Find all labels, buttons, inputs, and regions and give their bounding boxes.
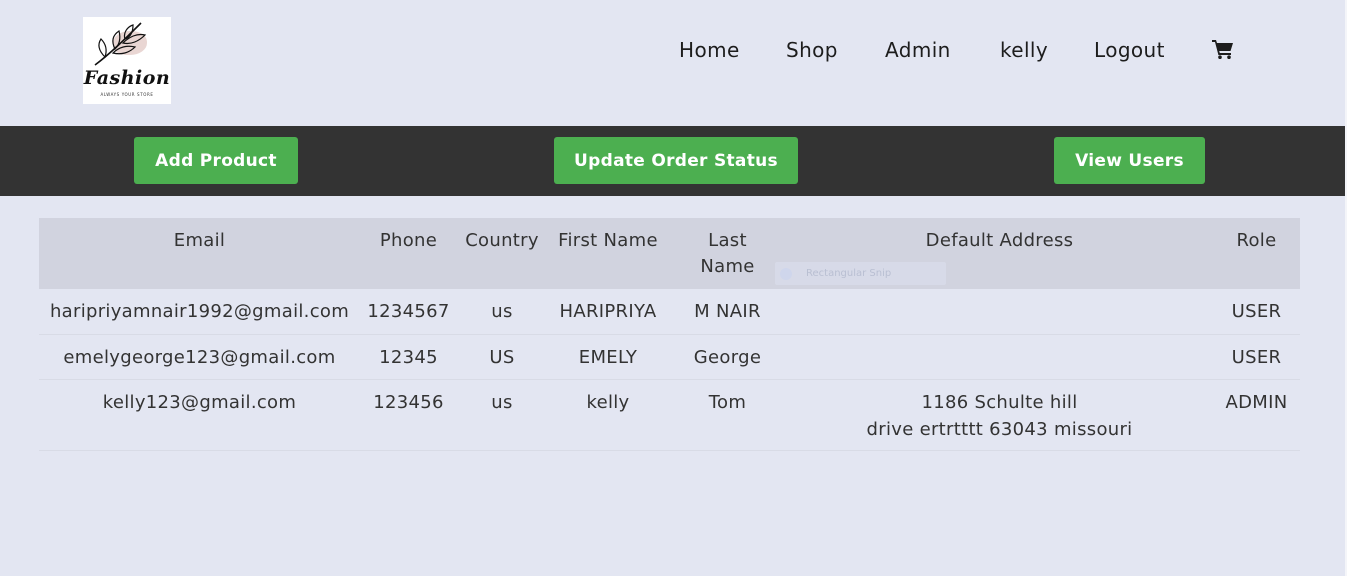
fashion-logo[interactable]: Fashion ALWAYS YOUR STORE xyxy=(83,17,171,104)
site-header: Fashion ALWAYS YOUR STORE Home Shop Admi… xyxy=(0,0,1347,126)
cell-country: US xyxy=(457,334,547,380)
cell-email: kelly123@gmail.com xyxy=(39,379,360,451)
cell-first-name: kelly xyxy=(547,379,669,451)
snip-mode-icon xyxy=(780,267,792,280)
shopping-cart-icon[interactable] xyxy=(1212,39,1234,59)
cell-country: us xyxy=(457,289,547,335)
page: Fashion ALWAYS YOUR STORE Home Shop Admi… xyxy=(0,0,1347,576)
cell-country: us xyxy=(457,379,547,451)
cell-email: emelygeorge123@gmail.com xyxy=(39,334,360,380)
users-table-container: Email Phone Country First Name Last Name… xyxy=(39,218,1300,451)
nav-logout-link[interactable]: Logout xyxy=(1094,36,1165,64)
table-row: emelygeorge123@gmail.com 12345 US EMELY … xyxy=(39,334,1300,380)
rectangular-snip-overlay: Rectangular Snip xyxy=(775,262,946,285)
cell-last-name: Tom xyxy=(669,379,786,451)
column-header-role: Role xyxy=(1236,230,1277,251)
cell-phone: 1234567 xyxy=(360,289,457,335)
column-header-email: Email xyxy=(173,230,226,251)
cell-role: USER xyxy=(1213,334,1300,380)
nav-shop-link[interactable]: Shop xyxy=(786,36,838,64)
snip-label: Rectangular Snip xyxy=(806,268,892,279)
logo-tagline: ALWAYS YOUR STORE xyxy=(100,92,154,97)
table-header-row: Email Phone Country First Name Last Name… xyxy=(39,218,1300,289)
cell-first-name: EMELY xyxy=(547,334,669,380)
cell-default-address xyxy=(786,289,1213,335)
cell-default-address xyxy=(786,334,1213,380)
cell-phone: 123456 xyxy=(360,379,457,451)
cell-first-name: HARIPRIYA xyxy=(547,289,669,335)
leaf-branch-icon xyxy=(94,22,147,66)
update-order-status-button[interactable]: Update Order Status xyxy=(554,137,798,184)
cell-role: ADMIN xyxy=(1213,379,1300,451)
table-row: kelly123@gmail.com 123456 us kelly Tom 1… xyxy=(39,379,1300,451)
users-table: Email Phone Country First Name Last Name… xyxy=(39,218,1300,451)
cell-role: USER xyxy=(1213,289,1300,335)
view-users-button[interactable]: View Users xyxy=(1054,137,1205,184)
column-header-first-name: First Name xyxy=(558,230,658,251)
column-header-phone: Phone xyxy=(379,230,438,251)
nav-admin-link[interactable]: Admin xyxy=(885,36,951,64)
cell-default-address: 1186 Schulte hill drive ertrtttt 63043 m… xyxy=(786,379,1213,451)
column-header-country: Country xyxy=(465,230,539,251)
cell-last-name: M NAIR xyxy=(669,289,786,335)
cell-last-name: George xyxy=(669,334,786,380)
nav-user-link[interactable]: kelly xyxy=(1000,36,1048,64)
table-row: haripriyamnair1992@gmail.com 1234567 us … xyxy=(39,289,1300,335)
admin-action-bar: Add Product Update Order Status View Use… xyxy=(0,126,1347,196)
add-product-button[interactable]: Add Product xyxy=(134,137,298,184)
logo-wordmark: Fashion xyxy=(83,67,171,89)
nav-home-link[interactable]: Home xyxy=(679,36,740,64)
column-header-last-name: Last Name xyxy=(700,230,755,277)
cell-email: haripriyamnair1992@gmail.com xyxy=(39,289,360,335)
cell-phone: 12345 xyxy=(360,334,457,380)
